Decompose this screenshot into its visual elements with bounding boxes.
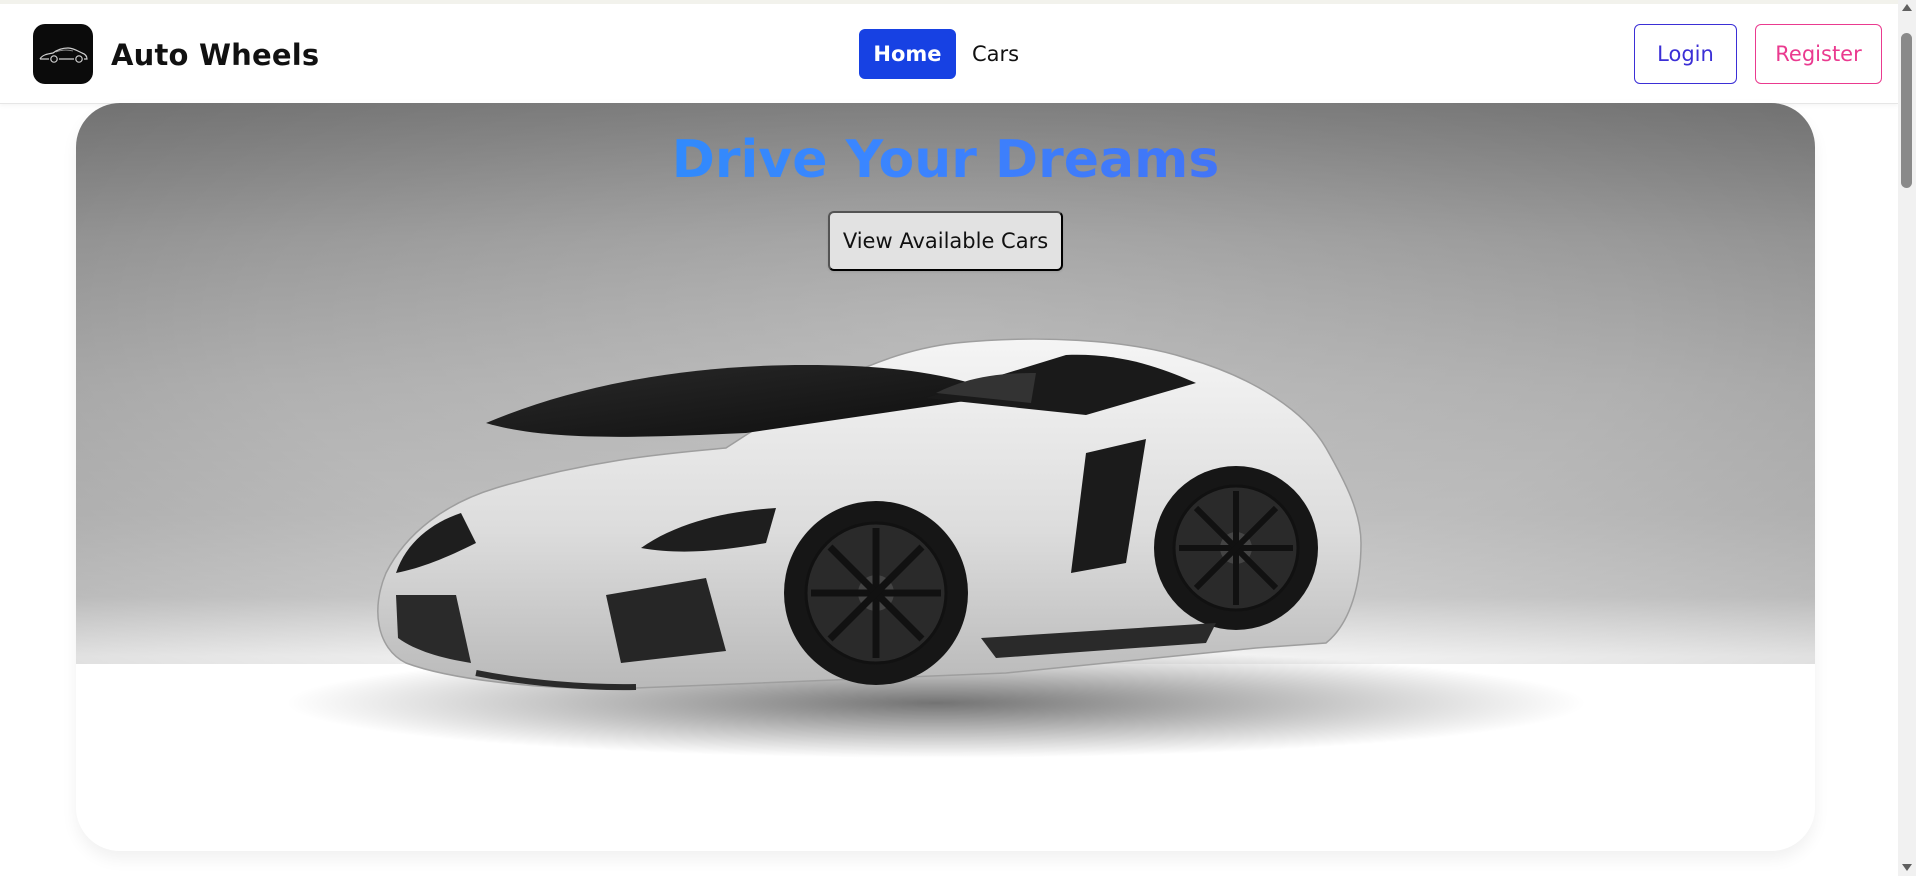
scroll-up-arrow-icon[interactable] [1902, 4, 1912, 11]
brand-logo[interactable] [33, 24, 93, 84]
nav-home-link[interactable]: Home [859, 29, 956, 79]
login-button[interactable]: Login [1634, 24, 1737, 84]
hero-title: Drive Your Dreams [76, 130, 1815, 190]
nav-cars-link[interactable]: Cars [972, 29, 1019, 79]
hero-section: Drive Your Dreams View Available Cars [76, 103, 1815, 851]
car-silhouette-icon [39, 47, 88, 63]
view-available-cars-button[interactable]: View Available Cars [828, 211, 1063, 271]
brand-name[interactable]: Auto Wheels [111, 38, 319, 72]
scroll-down-arrow-icon[interactable] [1902, 864, 1912, 871]
navbar: Auto Wheels Home Cars Login Register [0, 4, 1898, 104]
scrollbar-thumb[interactable] [1901, 33, 1912, 188]
register-button[interactable]: Register [1755, 24, 1882, 84]
